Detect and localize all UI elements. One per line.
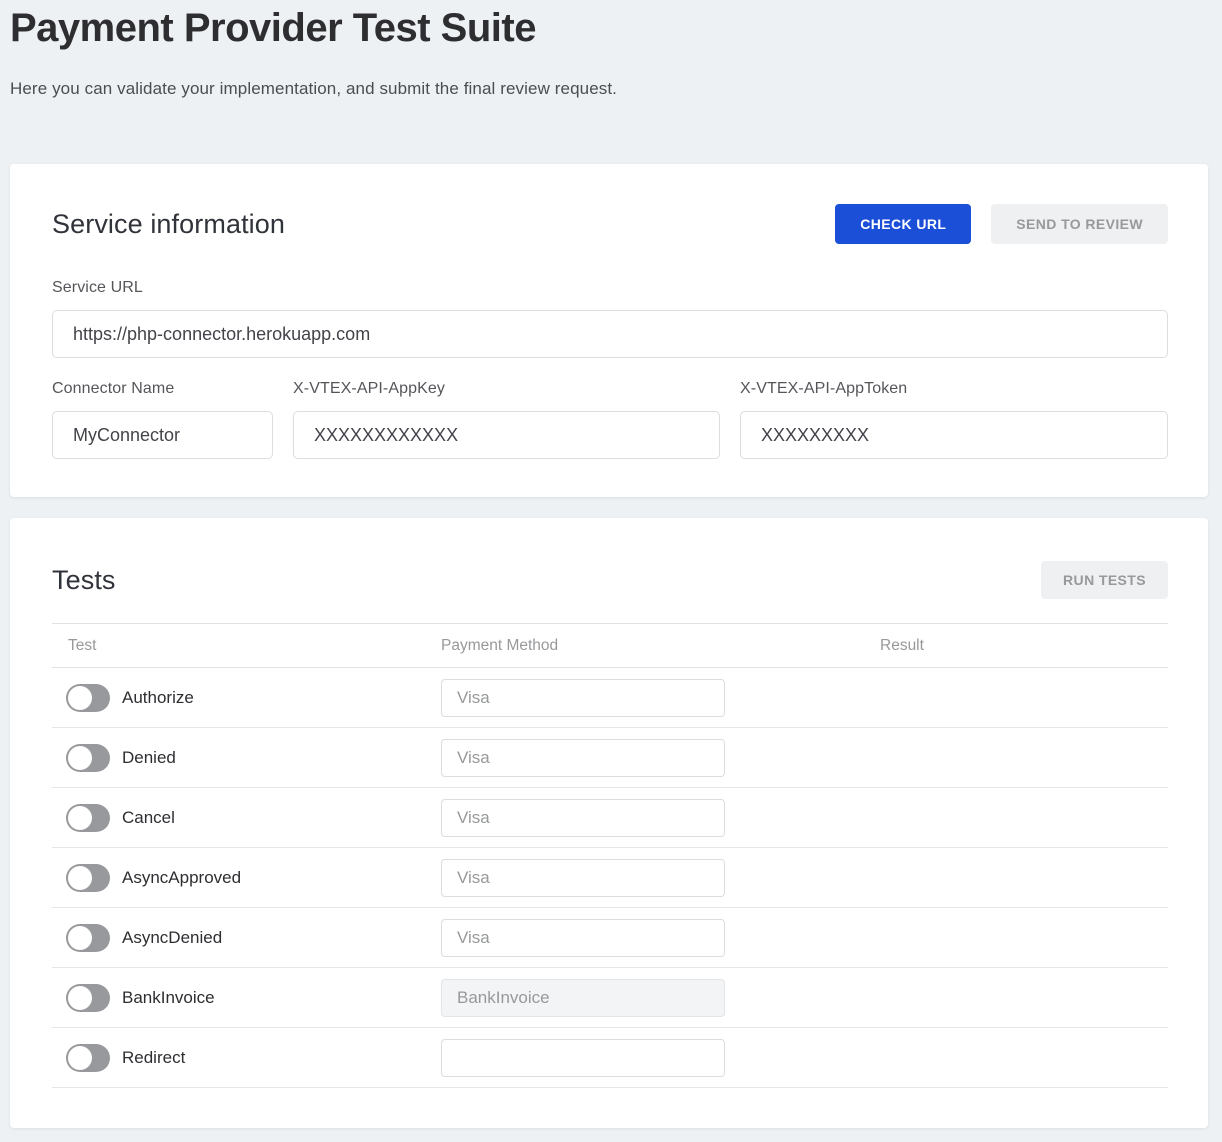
toggle-knob-icon [68, 866, 92, 890]
payment-method-cell [441, 979, 880, 1017]
test-name-label: Cancel [122, 808, 175, 828]
app-key-input[interactable] [293, 411, 720, 459]
test-cell: AsyncDenied [52, 924, 441, 952]
connector-name-input[interactable] [52, 411, 273, 459]
payment-method-input[interactable] [441, 799, 725, 837]
connector-name-field: Connector Name [52, 380, 273, 459]
payment-method-input[interactable] [441, 1039, 725, 1077]
test-row: Cancel [52, 788, 1168, 848]
test-toggle-switch[interactable] [66, 804, 110, 832]
service-information-header: Service information CHECK URL SEND TO RE… [52, 204, 1168, 244]
test-name-label: AsyncApproved [122, 868, 241, 888]
app-key-field: X-VTEX-API-AppKey [293, 380, 720, 459]
test-cell: AsyncApproved [52, 864, 441, 892]
test-cell: Denied [52, 744, 441, 772]
column-header-result: Result [880, 637, 1168, 655]
tests-card: Tests RUN TESTS Test Payment Method Resu… [10, 518, 1208, 1128]
app-token-label: X-VTEX-API-AppToken [740, 380, 1168, 398]
test-name-label: Redirect [122, 1048, 185, 1068]
service-url-label: Service URL [52, 279, 1168, 297]
test-cell: BankInvoice [52, 984, 441, 1012]
payment-method-cell [441, 1039, 880, 1077]
test-name-label: AsyncDenied [122, 928, 222, 948]
payment-method-input[interactable] [441, 739, 725, 777]
payment-method-input[interactable] [441, 859, 725, 897]
test-toggle-switch[interactable] [66, 684, 110, 712]
test-row: AsyncDenied [52, 908, 1168, 968]
toggle-knob-icon [68, 986, 92, 1010]
test-row: Redirect [52, 1028, 1168, 1088]
test-toggle-switch[interactable] [66, 924, 110, 952]
payment-method-cell [441, 799, 880, 837]
payment-method-cell [441, 679, 880, 717]
toggle-knob-icon [68, 1046, 92, 1070]
payment-method-cell [441, 739, 880, 777]
page: Payment Provider Test Suite Here you can… [0, 0, 1222, 1128]
page-subtitle: Here you can validate your implementatio… [10, 79, 1208, 99]
run-tests-button[interactable]: RUN TESTS [1041, 561, 1168, 599]
test-name-label: Authorize [122, 688, 194, 708]
toggle-knob-icon [68, 806, 92, 830]
column-header-payment-method: Payment Method [441, 637, 880, 655]
connector-name-label: Connector Name [52, 380, 273, 398]
payment-method-input[interactable] [441, 679, 725, 717]
tests-table-header: Test Payment Method Result [52, 623, 1168, 668]
payment-method-cell [441, 859, 880, 897]
test-toggle-switch[interactable] [66, 864, 110, 892]
tests-table: Test Payment Method Result Authorize Den… [52, 623, 1168, 1088]
payment-method-cell [441, 919, 880, 957]
payment-method-input[interactable] [441, 979, 725, 1017]
column-header-test: Test [52, 637, 441, 655]
credentials-row: Connector Name X-VTEX-API-AppKey X-VTEX-… [52, 380, 1168, 459]
test-row: AsyncApproved [52, 848, 1168, 908]
page-title: Payment Provider Test Suite [10, 0, 1208, 48]
test-row: Denied [52, 728, 1168, 788]
test-toggle-switch[interactable] [66, 984, 110, 1012]
service-header-buttons: CHECK URL SEND TO REVIEW [835, 204, 1168, 244]
toggle-knob-icon [68, 926, 92, 950]
test-toggle-switch[interactable] [66, 744, 110, 772]
test-cell: Cancel [52, 804, 441, 832]
test-row: BankInvoice [52, 968, 1168, 1028]
payment-method-input[interactable] [441, 919, 725, 957]
check-url-button[interactable]: CHECK URL [835, 204, 971, 244]
tests-title: Tests [52, 565, 116, 596]
app-key-label: X-VTEX-API-AppKey [293, 380, 720, 398]
send-to-review-button[interactable]: SEND TO REVIEW [991, 204, 1168, 244]
tests-table-body: Authorize Denied Cancel [52, 668, 1168, 1088]
test-name-label: BankInvoice [122, 988, 215, 1008]
app-token-input[interactable] [740, 411, 1168, 459]
service-url-input[interactable] [52, 310, 1168, 358]
test-name-label: Denied [122, 748, 176, 768]
toggle-knob-icon [68, 746, 92, 770]
service-information-card: Service information CHECK URL SEND TO RE… [10, 164, 1208, 497]
test-row: Authorize [52, 668, 1168, 728]
service-information-title: Service information [52, 209, 285, 240]
test-toggle-switch[interactable] [66, 1044, 110, 1072]
test-cell: Authorize [52, 684, 441, 712]
tests-header: Tests RUN TESTS [52, 561, 1168, 599]
test-cell: Redirect [52, 1044, 441, 1072]
app-token-field: X-VTEX-API-AppToken [740, 380, 1168, 459]
toggle-knob-icon [68, 686, 92, 710]
